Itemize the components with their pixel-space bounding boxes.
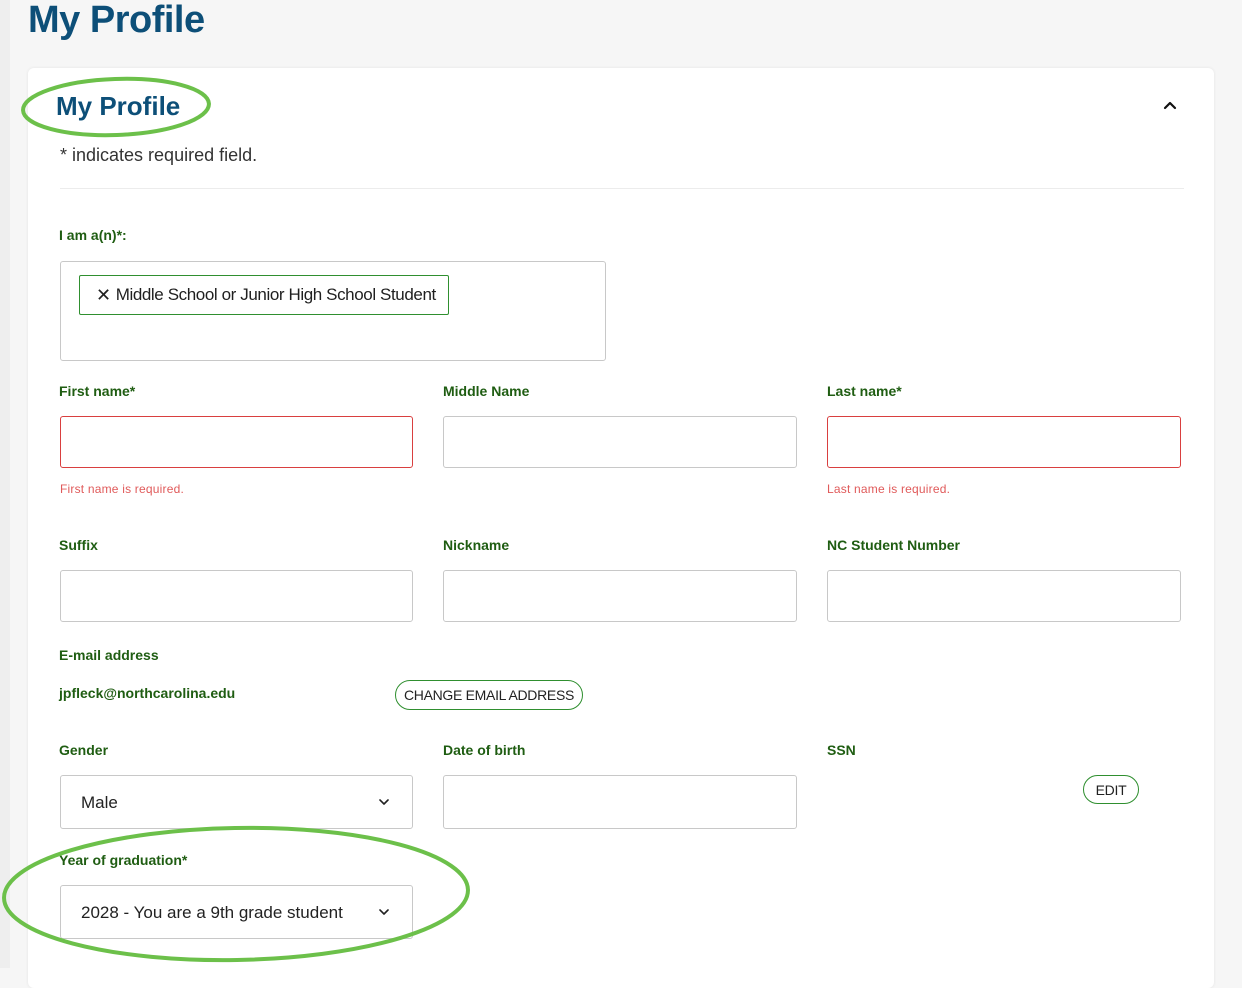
role-multiselect[interactable]: ✕ Middle School or Junior High School St…: [60, 261, 606, 361]
page-title: My Profile: [28, 0, 205, 41]
middle-name-label: Middle Name: [443, 383, 530, 399]
first-name-label: First name*: [59, 383, 136, 399]
graduation-year-select[interactable]: 2028 - You are a 9th grade student: [60, 885, 413, 939]
last-name-input[interactable]: [827, 416, 1181, 468]
first-name-error: First name is required.: [60, 482, 184, 496]
nc-student-number-input[interactable]: [827, 570, 1181, 622]
gender-value: Male: [81, 793, 118, 812]
required-field-note: * indicates required field.: [60, 145, 258, 165]
nc-student-number-label: NC Student Number: [827, 537, 960, 553]
date-of-birth-label: Date of birth: [443, 742, 526, 758]
gender-select[interactable]: Male: [60, 775, 413, 829]
email-value: jpfleck@northcarolina.edu: [59, 685, 236, 701]
last-name-error: Last name is required.: [827, 482, 951, 496]
gender-label: Gender: [59, 742, 109, 758]
graduation-year-label: Year of graduation*: [59, 852, 188, 868]
role-tag-label: Middle School or Junior High School Stud…: [115, 285, 437, 304]
x-icon[interactable]: ✕: [96, 285, 111, 306]
ssn-label: SSN: [827, 742, 856, 758]
role-label: I am a(n)*:: [59, 227, 127, 243]
nickname-input[interactable]: [443, 570, 797, 622]
chevron-down-icon: [379, 909, 389, 915]
section-title: My Profile: [56, 91, 181, 121]
section-divider: [60, 188, 1184, 189]
email-label: E-mail address: [59, 647, 159, 663]
ssn-edit-button[interactable]: EDIT: [1083, 775, 1139, 804]
middle-name-input[interactable]: [443, 416, 797, 468]
profile-card: [28, 68, 1214, 988]
suffix-label: Suffix: [59, 537, 98, 553]
graduation-year-value: 2028 - You are a 9th grade student: [81, 903, 343, 922]
nickname-label: Nickname: [443, 537, 510, 553]
date-of-birth-input[interactable]: [443, 775, 797, 829]
chevron-down-icon: [379, 799, 389, 805]
last-name-label: Last name*: [827, 383, 902, 399]
first-name-input[interactable]: [60, 416, 413, 468]
suffix-input[interactable]: [60, 570, 413, 622]
chevron-up-icon[interactable]: [1161, 96, 1179, 114]
change-email-button[interactable]: CHANGE EMAIL ADDRESS: [395, 680, 583, 710]
page-left-edge: [0, 0, 10, 968]
role-tag[interactable]: ✕ Middle School or Junior High School St…: [79, 275, 449, 315]
